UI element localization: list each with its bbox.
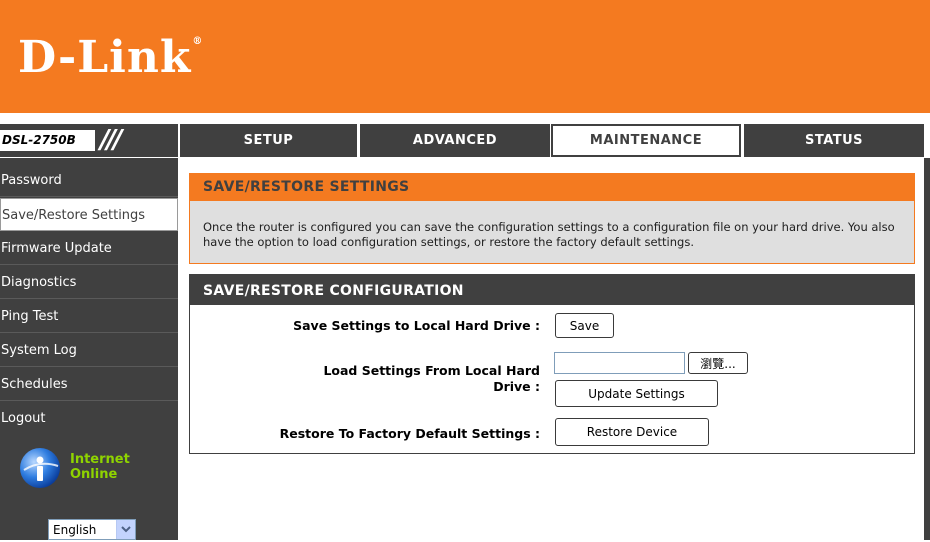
registered-mark: ® (192, 36, 204, 47)
restore-device-button[interactable]: Restore Device (555, 418, 709, 446)
status-line-1: Internet (70, 452, 130, 467)
chevron-down-icon[interactable] (116, 520, 135, 539)
load-settings-label: Load Settings From Local Hard Drive : (250, 363, 540, 395)
model-label: DSL-2750B (0, 130, 95, 151)
load-label-line-2: Drive : (493, 379, 540, 394)
logo-text: D-Link (18, 32, 192, 83)
sidebar-item-firmware-update[interactable]: Firmware Update (0, 232, 178, 265)
model-badge: DSL-2750B /// (0, 124, 178, 157)
browse-button[interactable]: 瀏覽... (688, 352, 748, 374)
internet-online-icon (20, 448, 60, 488)
sidebar-item-password[interactable]: Password (0, 164, 178, 197)
status-line-2: Online (70, 467, 118, 482)
restore-default-label: Restore To Factory Default Settings : (279, 426, 540, 441)
tab-maintenance[interactable]: MAINTENANCE (551, 124, 741, 157)
load-label-line-1: Load Settings From Local Hard (323, 363, 540, 378)
sidebar-item-system-log[interactable]: System Log (0, 334, 178, 367)
tab-status[interactable]: STATUS (744, 124, 924, 157)
save-settings-label: Save Settings to Local Hard Drive : (293, 318, 540, 333)
sidebar-item-save-restore-settings[interactable]: Save/Restore Settings (0, 198, 178, 231)
intro-title: SAVE/RESTORE SETTINGS (190, 174, 914, 201)
content-right-border (924, 158, 930, 540)
save-button[interactable]: Save (555, 313, 614, 338)
update-settings-button[interactable]: Update Settings (555, 380, 718, 407)
intro-text: Once the router is configured you can sa… (203, 220, 895, 249)
dlink-logo: D-Link® (18, 32, 203, 83)
sidebar-item-logout[interactable]: Logout (0, 402, 178, 435)
sidebar-item-schedules[interactable]: Schedules (0, 368, 178, 401)
tab-advanced[interactable]: ADVANCED (360, 124, 550, 157)
file-path-input[interactable] (554, 352, 685, 374)
header-gap (0, 113, 930, 123)
internet-status: Internet Online (70, 452, 130, 482)
slashes-decoration: /// (100, 125, 122, 155)
sidebar-item-ping-test[interactable]: Ping Test (0, 300, 178, 333)
intro-panel: SAVE/RESTORE SETTINGS Once the router is… (189, 173, 915, 264)
config-title: SAVE/RESTORE CONFIGURATION (190, 275, 914, 305)
header-banner: D-Link® (0, 0, 930, 113)
sidebar-item-diagnostics[interactable]: Diagnostics (0, 266, 178, 299)
language-select[interactable]: English (48, 519, 136, 540)
language-value: English (53, 523, 97, 537)
tab-setup[interactable]: SETUP (180, 124, 357, 157)
